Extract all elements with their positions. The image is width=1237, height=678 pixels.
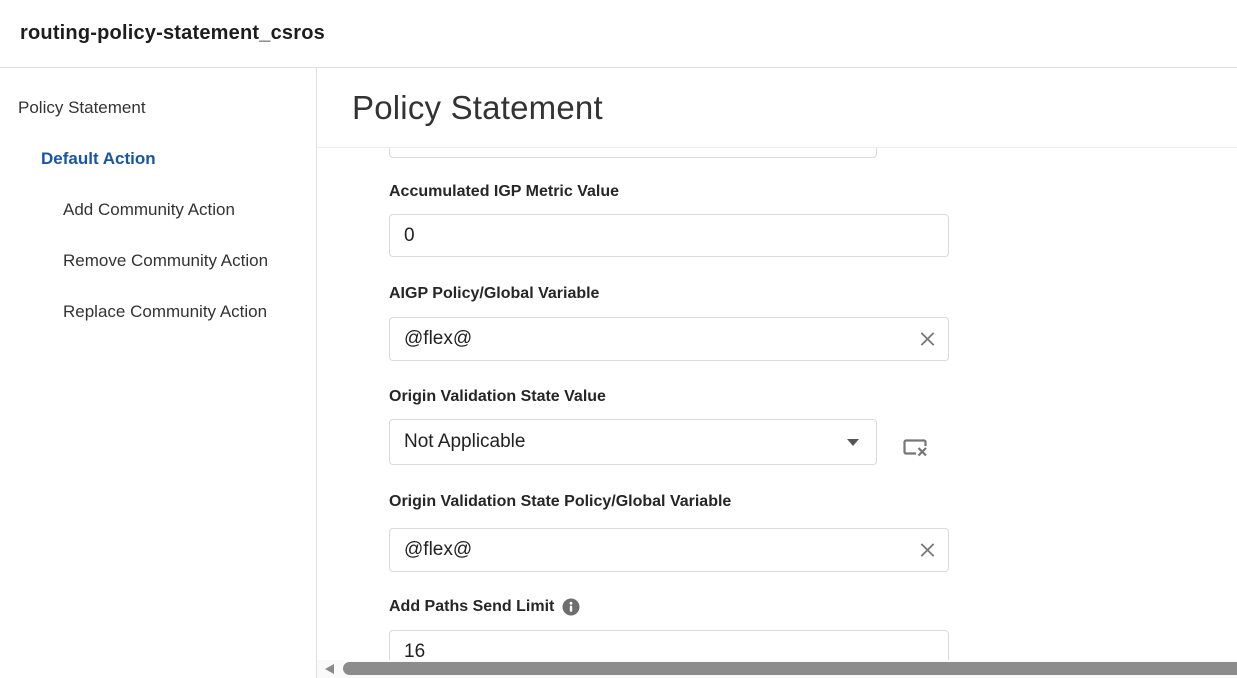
field-aigp-policy-global-variable [389, 317, 949, 361]
dropdown-selected-value: Not Applicable [404, 431, 525, 453]
origin-validation-state-value-dropdown[interactable]: Not Applicable [389, 419, 877, 465]
main-header: Policy Statement [317, 68, 1237, 148]
clear-selection-icon [902, 436, 930, 460]
horizontal-scrollbar[interactable] [317, 660, 1237, 678]
field-label-add-paths-send-limit: Add Paths Send Limit [389, 598, 580, 616]
partially-visible-input[interactable] [389, 148, 877, 158]
sidebar-item-replace-community-action[interactable]: Replace Community Action [0, 286, 316, 337]
sidebar-item-remove-community-action[interactable]: Remove Community Action [0, 235, 316, 286]
origin-validation-state-policy-global-variable-input[interactable] [389, 528, 949, 572]
sidebar-item-add-community-action[interactable]: Add Community Action [0, 184, 316, 235]
window-title-bar: routing-policy-statement_csros [0, 0, 1237, 68]
sidebar-item-label: Add Community Action [63, 200, 235, 220]
aigp-policy-global-variable-input[interactable] [389, 317, 949, 361]
sidebar-item-label: Remove Community Action [63, 251, 268, 271]
form-scroll-area: Accumulated IGP Metric Value AIGP Policy… [317, 148, 1237, 660]
field-label-origin-validation-state-value: Origin Validation State Value [389, 388, 606, 406]
sidebar-nav: Policy Statement Default Action Add Comm… [0, 68, 317, 678]
scrollbar-thumb[interactable] [343, 662, 1237, 675]
sidebar-item-label: Default Action [41, 149, 156, 169]
sidebar-item-policy-statement[interactable]: Policy Statement [0, 82, 316, 133]
page-title: Policy Statement [352, 89, 603, 127]
field-label-aigp-policy-global-variable: AIGP Policy/Global Variable [389, 285, 599, 303]
field-origin-validation-state-policy-global-variable [389, 528, 949, 572]
info-icon[interactable] [562, 598, 580, 616]
app-layout: Policy Statement Default Action Add Comm… [0, 68, 1237, 678]
sidebar-item-default-action[interactable]: Default Action [0, 133, 316, 184]
clear-input-x-icon[interactable] [919, 542, 936, 559]
sidebar-item-label: Policy Statement [18, 98, 146, 118]
field-label-accumulated-igp-metric-value: Accumulated IGP Metric Value [389, 183, 619, 201]
field-add-paths-send-limit [389, 630, 949, 660]
field-accumulated-igp-metric-value [389, 214, 949, 257]
accumulated-igp-metric-value-input[interactable] [389, 214, 949, 257]
add-paths-send-limit-input[interactable] [389, 630, 949, 660]
sidebar-item-label: Replace Community Action [63, 302, 267, 322]
clear-input-x-icon[interactable] [919, 331, 936, 348]
clear-dropdown-selection-button[interactable] [902, 436, 930, 460]
main-panel: Policy Statement Accumulated IGP Metric … [317, 68, 1237, 678]
caret-down-icon [847, 439, 859, 446]
arrow-left-icon[interactable] [325, 664, 334, 674]
window-title: routing-policy-statement_csros [20, 22, 325, 45]
field-label-origin-validation-state-policy-global-variable: Origin Validation State Policy/Global Va… [389, 493, 731, 511]
